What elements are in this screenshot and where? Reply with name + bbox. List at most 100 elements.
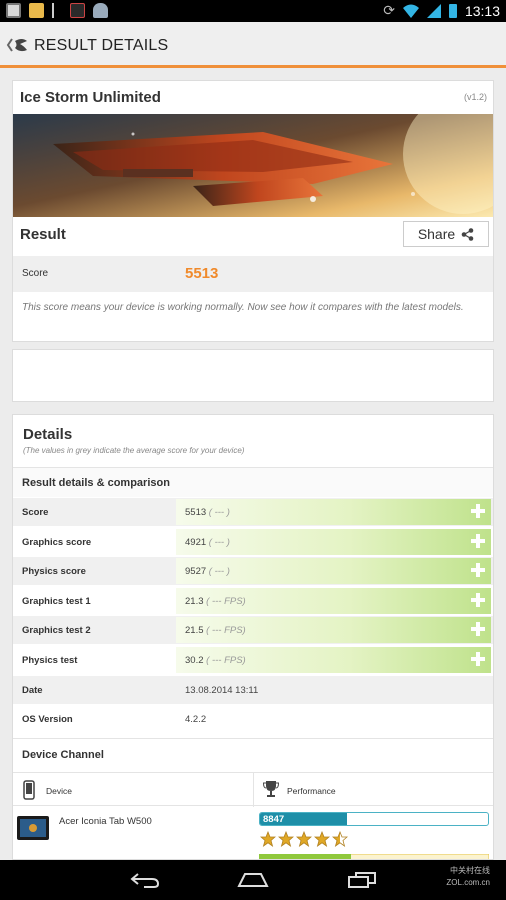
detail-row-value: 13.08.2014 13:11 [185, 685, 258, 696]
detail-row-value-text: 21.3 [185, 595, 204, 607]
detail-row-label: OS Version [22, 714, 73, 726]
device-channel-label: Device Channel [22, 749, 104, 761]
expand-plus-icon[interactable] [471, 652, 485, 666]
details-card: Details (The values in grey indicate the… [12, 414, 494, 860]
share-button[interactable]: Share [403, 221, 489, 247]
detail-row-label: Date [22, 684, 43, 696]
detail-row-value-text: 5513 [185, 507, 207, 518]
detail-row-label: Graphics test 1 [22, 595, 91, 607]
detail-row[interactable]: Graphics test 1 21.3 ( --- FPS) [13, 587, 493, 615]
device-channel-heading: Device Channel [13, 738, 493, 772]
battery-icon [448, 3, 457, 18]
expand-plus-icon[interactable] [471, 592, 485, 607]
usb-icon [52, 3, 62, 18]
navigation-bar: 中关村在线 ZOL.com.cn [0, 860, 506, 900]
star-icon [332, 831, 348, 847]
detail-row-value: 4921 ( --- ) [185, 537, 230, 548]
wifi-icon [402, 4, 419, 18]
watermark-line2: ZOL.com.cn [446, 878, 490, 887]
detail-row-value-text: 9527 [185, 566, 207, 578]
benchmark-title: Ice Storm Unlimited [20, 89, 161, 106]
rating-stars [260, 831, 348, 847]
back-icon[interactable] [130, 872, 160, 888]
detail-row-average: ( --- ) [208, 566, 230, 578]
dark-app-notification-icon [70, 3, 85, 18]
detail-row-average: ( --- FPS) [206, 625, 246, 637]
details-subtitle: (The values in grey indicate the average… [23, 446, 245, 455]
performance-column-label: Performance [287, 786, 336, 796]
details-title: Details [23, 426, 73, 443]
detail-row: Date 13.08.2014 13:11 [13, 675, 493, 704]
detail-row-value-text: 13.08.2014 13:11 [185, 684, 259, 696]
device-column-label: Device [46, 786, 72, 796]
detail-row-value: 30.2 ( --- FPS) [185, 655, 246, 666]
detail-row-value-text: 30.2 [185, 655, 204, 666]
share-icon [461, 227, 474, 241]
detail-row[interactable]: Graphics score 4921 ( --- ) [13, 528, 493, 556]
detail-row: OS Version 4.2.2 [13, 705, 493, 733]
trophy-icon [263, 781, 279, 797]
star-icon [260, 831, 276, 847]
notification-icons [6, 3, 108, 18]
3dmark-notification-icon [29, 3, 44, 18]
share-label: Share [417, 226, 456, 242]
sync-icon: ⟳ [383, 2, 395, 18]
result-heading: Result [20, 226, 66, 243]
detail-row-label: Score [22, 507, 49, 518]
android-debug-icon [93, 3, 108, 18]
detail-row-average: ( --- ) [208, 507, 230, 518]
benchmark-version: (v1.2) [463, 92, 487, 102]
score-note: This score means your device is working … [22, 302, 464, 313]
detail-row-value: 21.3 ( --- FPS) [185, 596, 246, 607]
signal-icon [426, 3, 441, 18]
detail-row-value-text: 4.2.2 [185, 714, 207, 726]
detail-row-label: Physics score [22, 566, 86, 578]
empty-card [12, 349, 494, 402]
star-icon [314, 831, 330, 847]
result-comparison-heading: Result details & comparison [13, 467, 493, 497]
expand-plus-icon[interactable] [471, 504, 485, 518]
detail-row-value-text: 4921 [185, 536, 207, 548]
performance-bar: 8847 [259, 812, 489, 826]
clock: 13:13 [464, 2, 500, 19]
tablet-icon [17, 816, 49, 840]
expand-plus-icon[interactable] [471, 533, 485, 548]
back-logo-icon[interactable] [6, 35, 28, 55]
device-score: 8847 [263, 814, 285, 825]
expand-plus-icon[interactable] [471, 622, 485, 637]
phone-icon [23, 780, 35, 800]
score-value: 5513 [185, 265, 219, 282]
home-icon[interactable] [237, 872, 269, 888]
result-card: Ice Storm Unlimited (v1.2) Result Share … [12, 80, 494, 342]
device-row[interactable]: Acer Iconia Tab W500 8847 [13, 807, 493, 859]
expand-plus-icon[interactable] [471, 563, 485, 578]
detail-row-value: 21.5 ( --- FPS) [185, 625, 246, 636]
recent-apps-icon[interactable] [348, 872, 376, 888]
detail-row[interactable]: Graphics test 2 21.5 ( --- FPS) [13, 616, 493, 645]
detail-row-average: ( --- ) [208, 536, 230, 548]
star-icon [278, 831, 294, 847]
detail-row-value-text: 21.5 [185, 625, 204, 637]
app-notification-icon [6, 3, 21, 18]
detail-row-label: Physics test [22, 655, 78, 666]
detail-row-value: 9527 ( --- ) [185, 566, 230, 577]
detail-row-value: 4.2.2 [185, 714, 206, 725]
detail-row-average: ( --- FPS) [206, 655, 246, 666]
detail-row-average: ( --- FPS) [206, 595, 246, 607]
page-title: RESULT DETAILS [34, 37, 169, 54]
score-row: Score 5513 [13, 256, 493, 292]
detail-row-label: Graphics test 2 [22, 625, 91, 637]
detail-row-label: Graphics score [22, 536, 92, 548]
action-bar: RESULT DETAILS [0, 22, 506, 68]
detail-row[interactable]: Physics score 9527 ( --- ) [13, 557, 493, 586]
detail-row[interactable]: Score 5513 ( --- ) [13, 498, 493, 526]
detail-row-value: 5513 ( --- ) [185, 507, 230, 518]
score-label: Score [22, 268, 49, 279]
detail-row[interactable]: Physics test 30.2 ( --- FPS) [13, 646, 493, 674]
section-heading-label: Result details & comparison [22, 477, 170, 489]
watermark: 中关村在线 ZOL.com.cn [446, 865, 490, 889]
watermark-line1: 中关村在线 [450, 866, 490, 875]
benchmark-banner-image [13, 114, 493, 217]
device-table-header: Device Performance [13, 772, 493, 807]
star-icon [296, 831, 312, 847]
